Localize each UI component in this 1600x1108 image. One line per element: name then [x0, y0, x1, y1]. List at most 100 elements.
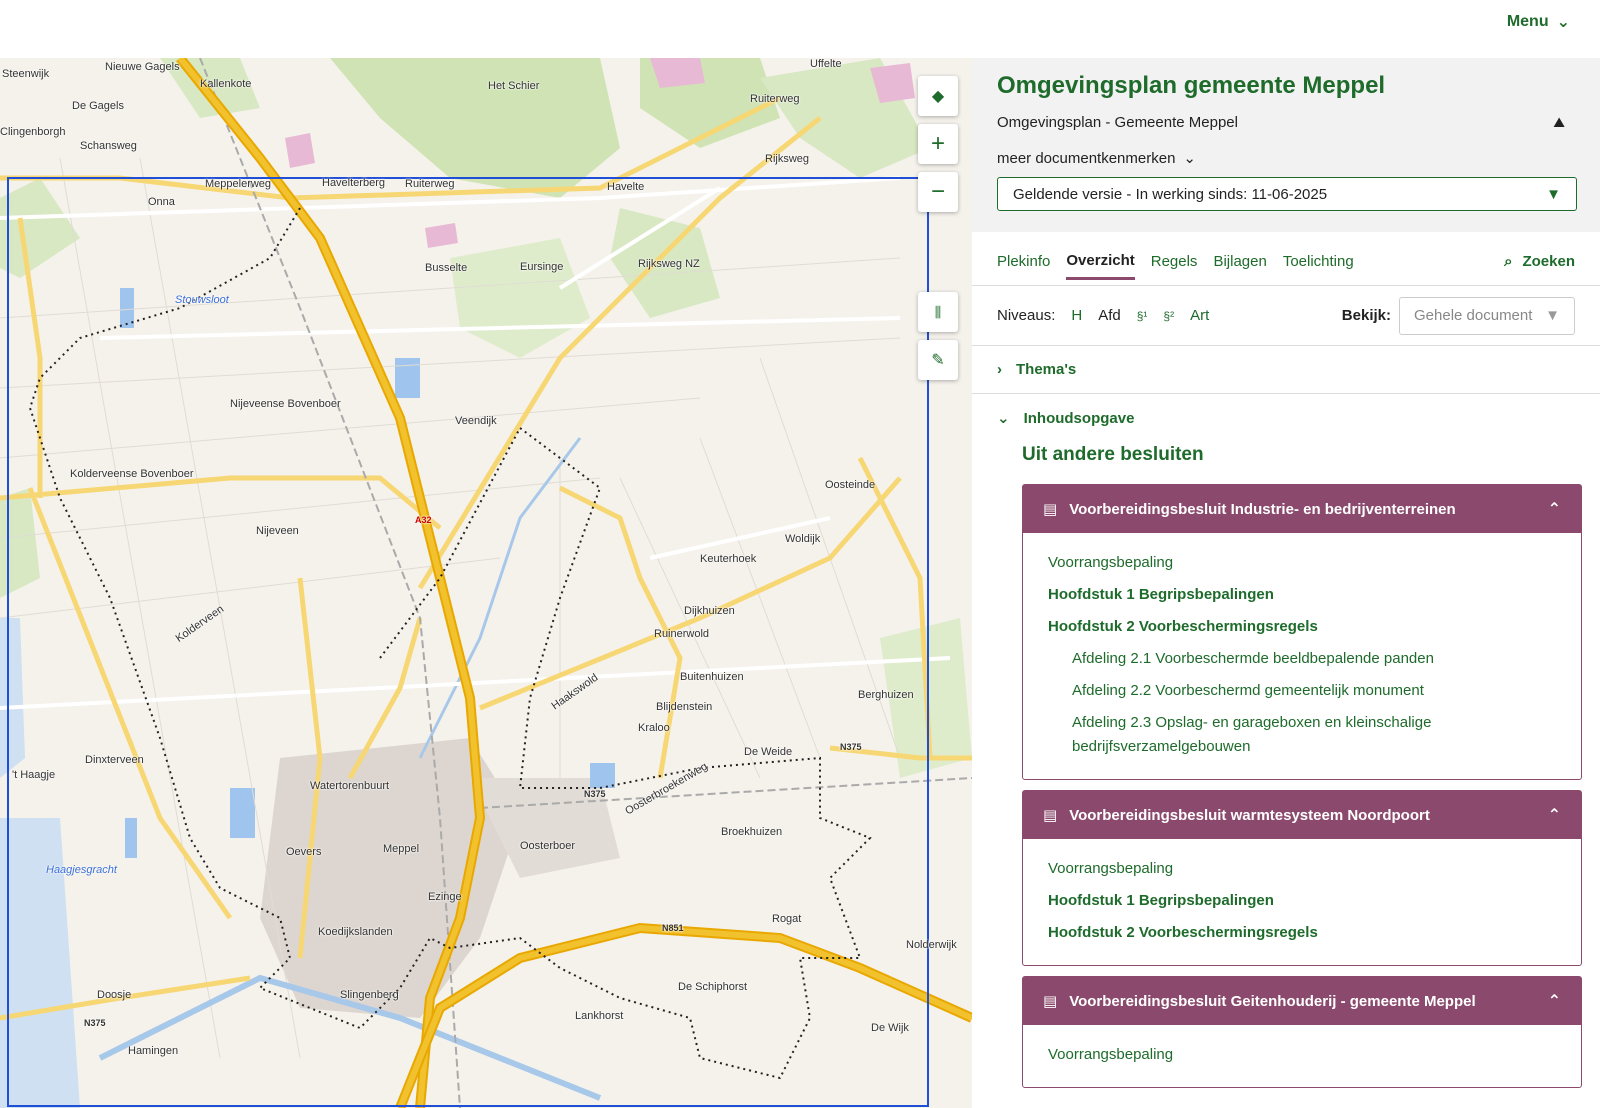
niveau-afd[interactable]: Afd	[1098, 307, 1121, 324]
tab-bijlagen[interactable]: Bijlagen	[1213, 245, 1266, 278]
map-label: Woldijk	[785, 533, 821, 545]
map-label: Meppelerweg	[205, 178, 272, 190]
map-label: Nolderwijk	[906, 939, 957, 951]
map-label: Ezinge	[428, 891, 462, 903]
pencil-icon: ✎	[931, 352, 945, 369]
map-label: N375	[84, 1018, 106, 1028]
toc-link[interactable]: Hoofdstuk 1 Begripsbepalingen	[1048, 583, 1556, 607]
map-label: Schansweg	[80, 140, 137, 152]
map-label: Kraloo	[638, 722, 670, 734]
niveau-art[interactable]: Art	[1190, 307, 1209, 324]
toc-link[interactable]: Hoofdstuk 2 Voorbeschermingsregels	[1048, 921, 1556, 945]
toc-link[interactable]: Voorrangsbepaling	[1048, 551, 1556, 575]
measure-icon: ⫼	[934, 303, 942, 320]
map-label: Onna	[148, 196, 175, 208]
map-label: Ruiterweg	[750, 93, 800, 105]
besluit-card: ▤ Voorbereidingsbesluit warmtesysteem No…	[1022, 790, 1582, 966]
document-title: Omgevingsplan gemeente Meppel	[997, 72, 1386, 99]
toc-link[interactable]: Hoofdstuk 2 Voorbeschermingsregels	[1048, 615, 1556, 639]
map-label: Hamingen	[128, 1045, 179, 1057]
version-select[interactable]: Geldende versie - In werking sinds: 11-0…	[997, 177, 1577, 211]
caret-down-icon: ▼	[1546, 185, 1561, 203]
map-label: Havelte	[607, 181, 645, 193]
zoom-out-button[interactable]: −	[918, 172, 958, 212]
toc-link[interactable]: Voorrangsbepaling	[1048, 1043, 1556, 1067]
themas-label: Thema's	[1016, 361, 1077, 378]
chevron-down-icon: ⌄	[1556, 14, 1570, 31]
map-label: Slingenberg	[340, 989, 399, 1001]
besluit-card-header[interactable]: ▤ Voorbereidingsbesluit Industrie- en be…	[1023, 485, 1581, 533]
layers-button[interactable]: ◆	[918, 76, 958, 116]
tab-toelichting[interactable]: Toelichting	[1283, 245, 1354, 278]
besluit-card-title: Voorbereidingsbesluit Industrie- en bedr…	[1069, 500, 1456, 518]
map-label: Havelterberg	[322, 177, 385, 189]
chevron-down-icon: ⌄	[1183, 150, 1196, 167]
map-label: Busselte	[425, 262, 468, 274]
besluit-card-header[interactable]: ▤ Voorbereidingsbesluit Geitenhouderij -…	[1023, 977, 1581, 1025]
map-label: Steenwijk	[2, 68, 50, 80]
map-label: De Weide	[744, 746, 793, 758]
map-label: Stouwsloot	[175, 294, 229, 306]
menu-button[interactable]: Menu ⌄	[1507, 12, 1570, 32]
map-view[interactable]: Steenwijk Nieuwe Gagels De Gagels Clinge…	[0, 58, 972, 1108]
bekijk-label: Bekijk:	[1341, 307, 1391, 324]
map-label: Dinxterveen	[85, 754, 144, 766]
map-label: Nijeveen	[256, 525, 299, 537]
caret-down-icon: ▼	[1545, 307, 1560, 324]
map-label: Rijksweg NZ	[638, 258, 700, 270]
toc-link[interactable]: Afdeling 2.2 Voorbeschermd gemeentelijk …	[1072, 679, 1556, 703]
toc-link[interactable]: Afdeling 2.1 Voorbeschermde beeldbepalen…	[1072, 647, 1556, 671]
map-location-icon[interactable]: ⛰	[1553, 114, 1565, 131]
chevron-up-icon: ⌃	[1547, 807, 1561, 824]
menu-label: Menu	[1506, 13, 1549, 30]
version-select-value: Geldende versie - In werking sinds: 11-0…	[1013, 185, 1328, 203]
map-label: Kolderveense Bovenboer	[70, 468, 194, 480]
document-icon: ▤	[1043, 807, 1058, 824]
map-label: Ruiterweg	[405, 178, 455, 190]
map-label: Koedijkslanden	[318, 926, 393, 938]
tab-regels[interactable]: Regels	[1151, 245, 1198, 278]
niveau-h[interactable]: H	[1071, 307, 1082, 324]
toc-link[interactable]: Afdeling 2.3 Opslag- en garageboxen en k…	[1072, 711, 1556, 759]
map-label: Buitenhuizen	[680, 671, 744, 683]
niveau-par2[interactable]: §²	[1163, 309, 1174, 323]
besluit-card-header[interactable]: ▤ Voorbereidingsbesluit warmtesysteem No…	[1023, 791, 1581, 839]
meer-label: meer documentkenmerken	[997, 149, 1176, 167]
toc-link[interactable]: Hoofdstuk 1 Begripsbepalingen	[1048, 889, 1556, 913]
map-label: Eursinge	[520, 261, 564, 273]
chevron-right-icon: ›	[997, 361, 1002, 378]
tab-bar: Plekinfo Overzicht Regels Bijlagen Toeli…	[972, 238, 1600, 286]
zoeken-button[interactable]: ⌕ Zoeken	[1504, 253, 1575, 270]
map-label: N375	[584, 789, 606, 799]
map-label: N375	[840, 742, 862, 752]
map-label: Dijkhuizen	[684, 605, 735, 617]
bekijk-select-value: Gehele document	[1414, 307, 1533, 324]
niveaus-label: Niveaus:	[997, 307, 1056, 324]
besluit-card-title: Voorbereidingsbesluit Geitenhouderij - g…	[1069, 992, 1476, 1010]
map-label: A32	[415, 515, 432, 525]
inhoudsopgave-toggle[interactable]: ⌄ Inhoudsopgave	[972, 394, 1600, 442]
toc-link[interactable]: Voorrangsbepaling	[1048, 857, 1556, 881]
chevron-up-icon: ⌃	[1547, 501, 1561, 518]
zoom-in-button[interactable]: +	[918, 124, 958, 164]
meer-documentkenmerken-toggle[interactable]: meer documentkenmerken ⌄	[997, 149, 1575, 168]
map-label: Kallenkote	[200, 78, 252, 90]
map-label: Ruinerwold	[654, 628, 710, 640]
map-label: Het Schier	[488, 80, 540, 92]
tab-plekinfo[interactable]: Plekinfo	[997, 245, 1050, 278]
niveau-par1[interactable]: §¹	[1137, 309, 1148, 323]
tab-overzicht[interactable]: Overzicht	[1066, 244, 1135, 280]
measure-button[interactable]: ⫼	[918, 292, 958, 332]
zoeken-label: Zoeken	[1522, 253, 1575, 270]
document-icon: ▤	[1043, 501, 1058, 518]
top-bar: Menu ⌄	[0, 0, 1600, 58]
map-label: Doosje	[97, 989, 132, 1001]
map-label: Clingenborgh	[0, 126, 66, 138]
themas-toggle[interactable]: › Thema's	[972, 346, 1600, 394]
map-label: Oosterboer	[520, 840, 576, 852]
document-header: Omgevingsplan gemeente Meppel Omgevingsp…	[972, 58, 1600, 232]
besluit-card: ▤ Voorbereidingsbesluit Geitenhouderij -…	[1022, 976, 1582, 1088]
draw-button[interactable]: ✎	[918, 340, 958, 380]
chevron-up-icon: ⌃	[1547, 993, 1561, 1010]
bekijk-select[interactable]: Gehele document ▼	[1399, 296, 1575, 335]
